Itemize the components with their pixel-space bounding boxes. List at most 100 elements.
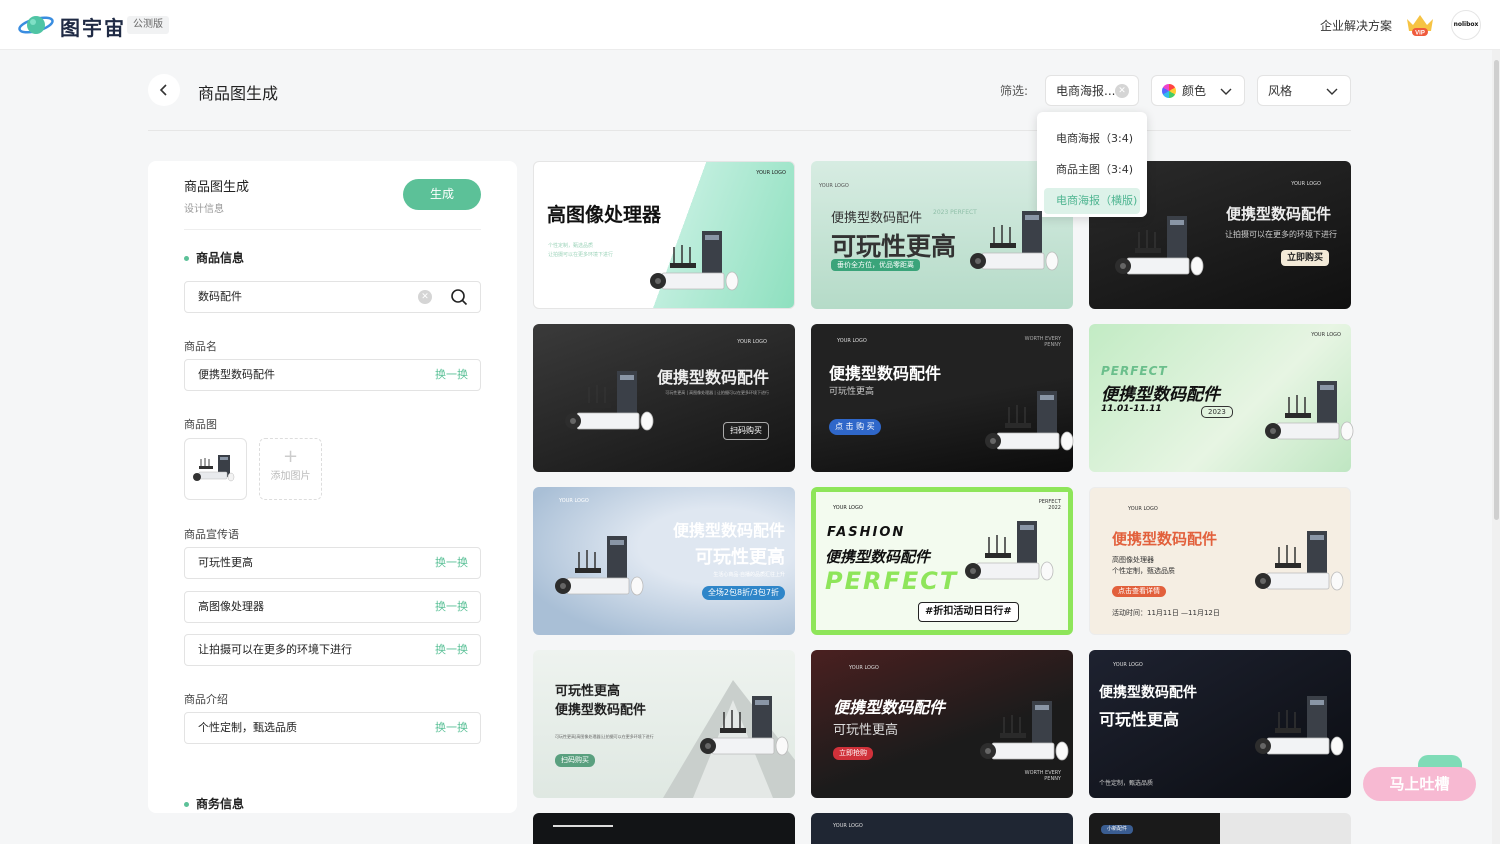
clear-search-icon[interactable]: ✕ [418, 290, 432, 304]
beta-badge: 公测版 [127, 16, 169, 34]
page-scrollbar-thumb[interactable] [1494, 60, 1499, 520]
dropdown-option-main-image[interactable]: 商品主图（3:4) [1044, 157, 1140, 183]
card-logo-11: YOUR LOGO [849, 665, 879, 671]
intro-value: 个性定制，甄选品质 [198, 721, 297, 734]
card-title-5: 便携型数码配件 [829, 364, 942, 383]
product-illustration [985, 391, 1074, 451]
card-pill-5: 点 击 购 买 [829, 419, 881, 435]
vip-crown-icon[interactable]: VIP [1405, 13, 1435, 37]
type-filter-value: 电商海报... [1056, 84, 1116, 98]
card-pill-11: 立即抢购 [833, 747, 873, 760]
card-title-8: FASHION [827, 525, 906, 540]
card-logo-5: YOUR LOGO [837, 338, 867, 344]
product-illustration [555, 536, 644, 596]
color-filter-label: 颜色 [1182, 84, 1207, 98]
product-name-field[interactable]: 便携型数码配件 换一换 [184, 359, 481, 391]
card-title-4: 便携型数码配件 [656, 368, 769, 387]
card-tag-11: WORTH EVERY PENNY [1024, 770, 1061, 782]
card-title2-10: 便携型数码配件 [555, 703, 647, 718]
filter-label: 筛选: [1000, 84, 1029, 98]
generation-form-panel: 商品图生成 设计信息 生成 商品信息 数码配件 ✕ 商品名 便携型数码配件 换一… [148, 161, 517, 813]
product-illustration [1265, 381, 1354, 441]
product-illustration [700, 696, 789, 756]
add-image-label: 添加图片 [270, 471, 311, 482]
dropdown-option-poster[interactable]: 电商海报（3:4) [1044, 126, 1140, 152]
card-sub-9: 高图像处理器 [1112, 556, 1154, 564]
template-card-14[interactable]: YOUR LOGO [811, 813, 1073, 844]
card-pill-8: #折扣活动日日行# [918, 602, 1019, 622]
type-filter-select[interactable]: 电商海报... ✕ [1045, 75, 1139, 106]
product-illustration [650, 231, 739, 291]
card-sub-6: 11.01-11.11 [1101, 404, 1162, 414]
card-logo-3: YOUR LOGO [1291, 181, 1321, 187]
search-icon[interactable] [450, 288, 468, 306]
card-pill-2: 垂价全方位，优品零距离 [831, 259, 920, 271]
slogan-field-1[interactable]: 可玩性更高 换一换 [184, 547, 481, 579]
swap-name-button[interactable]: 换一换 [435, 360, 468, 390]
slogan-value-1: 可玩性更高 [198, 556, 253, 569]
color-filter-select[interactable]: 颜色 [1151, 75, 1245, 106]
card-sub-10: 可玩性更高|高图像处理器|让拍摄可以在更多环境下进行 [555, 734, 654, 739]
feedback-button[interactable]: 马上吐槽 [1363, 767, 1476, 801]
generate-button[interactable]: 生成 [403, 179, 481, 210]
product-illustration [1115, 216, 1204, 276]
card-title-2: 便携型数码配件 [831, 211, 923, 226]
intro-field[interactable]: 个性定制，甄选品质 换一换 [184, 712, 481, 744]
card-logo-1: YOUR LOGO [756, 170, 786, 176]
card-title-10: 可玩性更高 [555, 684, 621, 699]
card-title-9: 便携型数码配件 [1112, 530, 1218, 548]
slogan-label: 商品宣传语 [184, 528, 239, 541]
slogan-value-3: 让拍摄可以在更多的环境下进行 [198, 643, 352, 656]
slogan-field-3[interactable]: 让拍摄可以在更多的环境下进行 换一换 [184, 634, 481, 666]
product-image-thumbnail[interactable] [184, 438, 247, 500]
planet-logo-icon[interactable] [18, 11, 54, 39]
add-image-button[interactable]: + 添加图片 [259, 438, 322, 500]
template-card-15[interactable]: 小新配件 [1089, 813, 1351, 844]
product-illustration [565, 371, 654, 431]
clear-filter-icon[interactable]: ✕ [1115, 84, 1129, 98]
panel-divider [184, 229, 481, 230]
chevron-down-icon [1326, 88, 1338, 95]
card-13-line [553, 825, 613, 827]
style-filter-select[interactable]: 风格 [1257, 75, 1351, 106]
card-sub-4: 可玩性更高 | 高图像处理器 | 让拍摄可以在更多环境下进行 [665, 390, 769, 395]
template-card-13[interactable] [533, 813, 795, 844]
card-title-11: 便携型数码配件 [833, 698, 946, 717]
card-logo-8: YOUR LOGO [833, 505, 863, 511]
card-pill-10: 扫码购买 [555, 754, 595, 767]
swap-slogan-1-button[interactable]: 换一换 [435, 548, 468, 578]
card-logo-2: YOUR LOGO [819, 183, 849, 189]
back-button[interactable] [148, 74, 180, 106]
card-sub-1: 个性定制，甄选品质 [548, 243, 594, 249]
header-divider [148, 130, 1351, 131]
card-title2-6: PERFECT [1101, 364, 1168, 378]
business-info-section-title: 商务信息 [184, 795, 244, 812]
card-logo-7: YOUR LOGO [559, 498, 589, 504]
slogan-field-2[interactable]: 高图像处理器 换一换 [184, 591, 481, 623]
swap-slogan-2-button[interactable]: 换一换 [435, 592, 468, 622]
brand-name[interactable]: 图宇宙 [60, 12, 126, 41]
intro-label: 商品介绍 [184, 693, 228, 706]
swap-slogan-3-button[interactable]: 换一换 [435, 635, 468, 665]
card-logo-12: YOUR LOGO [1113, 662, 1143, 668]
card-logo-6: YOUR LOGO [1311, 332, 1341, 338]
card-logo-14: YOUR LOGO [833, 823, 863, 829]
card-title2-8: 便携型数码配件 [825, 548, 931, 566]
chevron-down-icon [1220, 88, 1232, 95]
product-search-input[interactable]: 数码配件 ✕ [184, 281, 481, 313]
top-bar: 图宇宙 公测版 企业解决方案 VIP nolibox [0, 0, 1500, 50]
swap-intro-button[interactable]: 换一换 [435, 713, 468, 743]
card-title-1: 高图像处理器 [547, 204, 662, 226]
card-logo-4: YOUR LOGO [737, 339, 767, 345]
slogan-value-2: 高图像处理器 [198, 600, 264, 613]
enterprise-solutions-link[interactable]: 企业解决方案 [1320, 17, 1392, 34]
card-sub-11: 可玩性更高 [833, 723, 899, 738]
card-pill-9: 点击查看详情 [1112, 586, 1166, 597]
card-tag-5: WORTH EVERY PENNY [1024, 336, 1061, 348]
vip-label: VIP [1415, 31, 1425, 37]
product-image-label: 商品图 [184, 418, 217, 431]
user-avatar[interactable]: nolibox [1451, 10, 1481, 40]
card-sub2-1: 让拍摄可以在更多环境下进行 [548, 252, 614, 258]
card-logo-15: 小新配件 [1101, 825, 1134, 834]
card-tag-8: PERFECT 2022 [1038, 499, 1061, 511]
